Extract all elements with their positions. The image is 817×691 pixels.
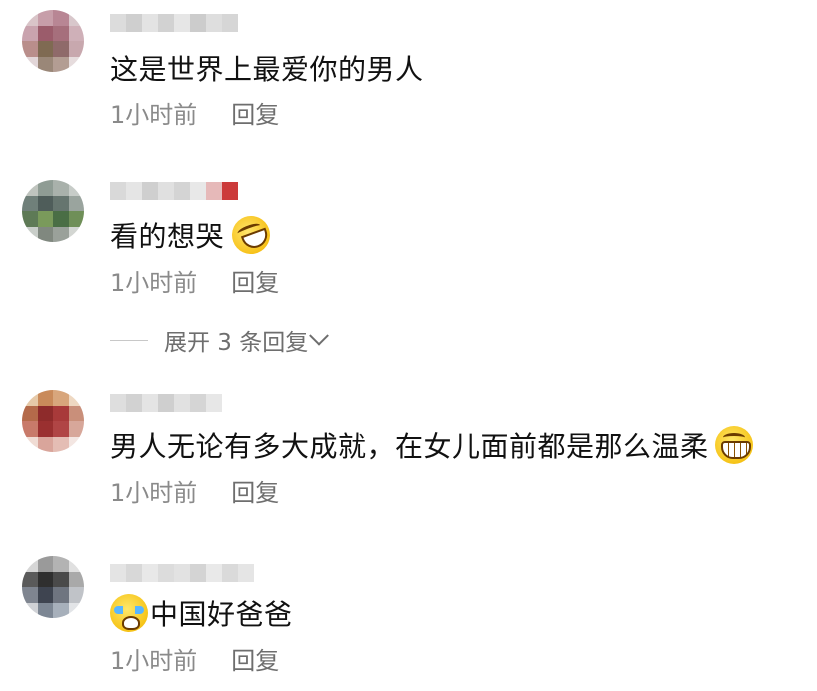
comment-text-content: 中国好爸爸 xyxy=(150,598,293,631)
comment-list: 这是世界上最爱你的男人 1小时前 回复 看的想哭 1小时前 回复 展开 3 条回复 xyxy=(0,0,817,691)
comment-text: 中国好爸爸 xyxy=(110,594,293,635)
avatar[interactable] xyxy=(22,10,84,72)
username-blurred[interactable] xyxy=(110,180,238,202)
avatar[interactable] xyxy=(22,180,84,242)
comment-time: 1小时前 xyxy=(110,647,198,675)
username-blurred[interactable] xyxy=(110,392,222,414)
comment-text-content: 男人无论有多大成就，在女儿面前都是那么温柔 xyxy=(110,430,709,463)
reply-button[interactable]: 回复 xyxy=(231,101,279,129)
comment-text: 这是世界上最爱你的男人 xyxy=(110,50,424,90)
comment-meta: 1小时前 回复 xyxy=(110,100,279,130)
grinning-emoji-icon xyxy=(714,426,753,464)
crying-emoji-icon xyxy=(110,594,148,632)
comment-meta: 1小时前 回复 xyxy=(110,478,279,508)
expand-replies-label: 展开 3 条回复 xyxy=(164,330,309,356)
comment-text: 看的想哭 xyxy=(110,210,276,260)
reply-button[interactable]: 回复 xyxy=(231,479,279,507)
avatar[interactable] xyxy=(22,390,84,452)
reply-button[interactable]: 回复 xyxy=(231,647,279,675)
comment-time: 1小时前 xyxy=(110,479,198,507)
comment-text-content: 看的想哭 xyxy=(110,220,225,253)
chevron-down-icon xyxy=(309,325,330,346)
comment-meta: 1小时前 回复 xyxy=(110,646,279,676)
username-blurred[interactable] xyxy=(110,12,238,34)
comment-time: 1小时前 xyxy=(110,101,198,129)
username-blurred[interactable] xyxy=(110,562,254,584)
comment-text-content: 这是世界上最爱你的男人 xyxy=(110,53,424,86)
comment-meta: 1小时前 回复 xyxy=(110,268,279,298)
divider-line xyxy=(110,339,148,341)
avatar[interactable] xyxy=(22,556,84,618)
reply-button[interactable]: 回复 xyxy=(231,269,279,297)
comment-text: 男人无论有多大成就，在女儿面前都是那么温柔 xyxy=(110,426,753,467)
laughing-tears-emoji-icon xyxy=(226,210,276,260)
comment-time: 1小时前 xyxy=(110,269,198,297)
expand-replies-button[interactable]: 展开 3 条回复 xyxy=(110,325,330,356)
